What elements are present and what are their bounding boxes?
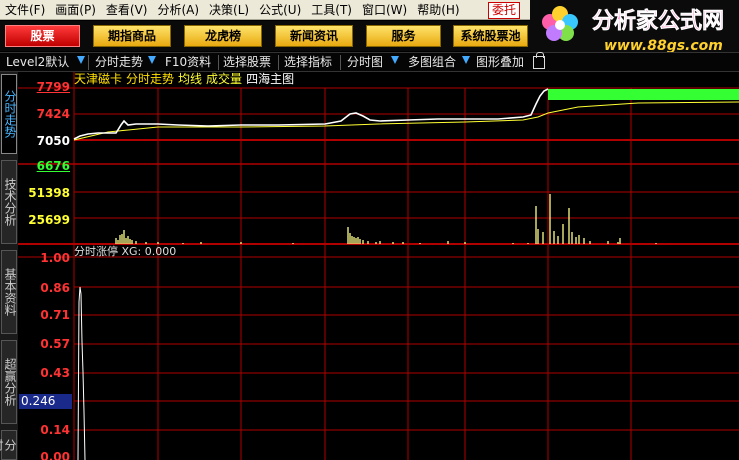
intraday-chart-tool[interactable]: 分时图 bbox=[347, 54, 383, 71]
stock-pool-button[interactable]: 系统股票池 bbox=[453, 25, 528, 47]
dropdown-arrow-icon[interactable] bbox=[462, 56, 470, 64]
logo-title: 分析家公式网 bbox=[592, 8, 724, 34]
lock-icon[interactable] bbox=[533, 52, 545, 69]
menu-window[interactable]: 窗口(W) bbox=[357, 0, 412, 20]
toolbar-divider bbox=[218, 55, 219, 70]
flower-icon bbox=[542, 6, 578, 41]
view-title: 分时走势 bbox=[126, 72, 175, 86]
volume-bars bbox=[115, 194, 657, 244]
cursor-value-box: 0.246 bbox=[19, 394, 72, 409]
f10-tool[interactable]: F10资料 bbox=[165, 54, 211, 71]
entrust-button[interactable]: 委托 bbox=[488, 2, 521, 19]
indicator-axis-label: 0.71 bbox=[40, 308, 70, 322]
menu-decision[interactable]: 决策(L) bbox=[204, 0, 254, 20]
menu-file[interactable]: 文件(F) bbox=[0, 0, 50, 20]
side-tab-strip: 分时走势 技术分析 基本资料 超赢分析 分时 bbox=[0, 72, 18, 460]
average-price-line bbox=[73, 101, 739, 141]
select-indicator-tool[interactable]: 选择指标 bbox=[284, 54, 332, 71]
indicator-axis-label: 1.00 bbox=[40, 251, 70, 265]
indicator-axis-label: 0.86 bbox=[40, 281, 70, 295]
dropdown-arrow-icon[interactable] bbox=[148, 56, 156, 64]
stock-name: 天津磁卡 bbox=[74, 72, 123, 86]
level2-default[interactable]: Level2默认 bbox=[6, 54, 69, 71]
main-index-legend: 四海主图 bbox=[246, 72, 295, 86]
price-axis-label: 6676 bbox=[36, 159, 70, 173]
tab-intraday[interactable]: 分时走势 bbox=[1, 74, 17, 154]
futures-button[interactable]: 期指商品 bbox=[93, 25, 171, 47]
indicator-axis-label: 0.14 bbox=[40, 423, 70, 437]
indicator-axis-label: 0.57 bbox=[40, 337, 70, 351]
menu-view-screen[interactable]: 画面(P) bbox=[50, 0, 101, 20]
menu-list: 文件(F) 画面(P) 查看(V) 分析(A) 决策(L) 公式(U) 工具(T… bbox=[0, 0, 465, 20]
logo-graphic: 分析家公式网 www.88gs.com bbox=[542, 6, 724, 54]
indicator-header: 分时涨停 XG: 0.000 bbox=[74, 245, 177, 258]
price-axis-label: 7050 bbox=[36, 134, 70, 148]
dragon-tiger-button[interactable]: 龙虎榜 bbox=[184, 25, 262, 47]
dropdown-arrow-icon[interactable] bbox=[77, 56, 85, 64]
tab-fundamental[interactable]: 基本资料 bbox=[1, 250, 17, 334]
menu-tools[interactable]: 工具(T) bbox=[306, 0, 357, 20]
price-axis-label: 7424 bbox=[36, 107, 70, 121]
price-band bbox=[548, 89, 739, 100]
avg-legend: 均线 bbox=[178, 72, 203, 86]
menu-help[interactable]: 帮助(H) bbox=[412, 0, 464, 20]
service-button[interactable]: 服务 bbox=[366, 25, 441, 47]
volume-legend: 成交量 bbox=[206, 72, 243, 86]
menu-view[interactable]: 查看(V) bbox=[101, 0, 153, 20]
toolbar: Level2默认 分时走势 F10资料 选择股票 选择指标 分时图 多图组合 图… bbox=[0, 52, 739, 72]
overlay-tool[interactable]: 图形叠加 bbox=[476, 54, 524, 71]
indicator-axis-label: 0.00 bbox=[40, 450, 70, 460]
price-axis-label: 7799 bbox=[36, 80, 70, 94]
dropdown-arrow-icon[interactable] bbox=[391, 56, 399, 64]
tab-super-analysis[interactable]: 超赢分析 bbox=[1, 340, 17, 424]
chart-header: 天津磁卡 分时走势 均线 成交量 四海主图 bbox=[74, 73, 298, 87]
chart-area[interactable]: 天津磁卡 分时走势 均线 成交量 四海主图 分时涨停 XG: 0.000 7799 74… bbox=[18, 72, 739, 460]
toolbar-divider bbox=[340, 55, 341, 70]
toolbar-divider bbox=[88, 55, 89, 70]
site-logo: 分析家公式网 www.88gs.com bbox=[530, 0, 739, 58]
stock-button[interactable]: 股票 bbox=[5, 25, 80, 47]
select-stock-tool[interactable]: 选择股票 bbox=[223, 54, 271, 71]
limit-up-band bbox=[548, 89, 739, 100]
intraday-tool[interactable]: 分时走势 bbox=[95, 54, 143, 71]
toolbar-divider bbox=[278, 55, 279, 70]
news-button[interactable]: 新闻资讯 bbox=[275, 25, 353, 47]
indicator-axis-label: 0.43 bbox=[40, 366, 70, 380]
chart-canvas bbox=[18, 72, 739, 460]
tab-technical[interactable]: 技术分析 bbox=[1, 160, 17, 244]
category-button-bar: 股票 期指商品 龙虎榜 新闻资讯 服务 系统股票池 bbox=[0, 21, 530, 51]
menu-analysis[interactable]: 分析(A) bbox=[152, 0, 204, 20]
multi-chart-tool[interactable]: 多图组合 bbox=[408, 54, 456, 71]
volume-axis-label: 25699 bbox=[28, 213, 70, 227]
tab-intraday-2[interactable]: 分时 bbox=[0, 430, 17, 460]
volume-axis-label: 51398 bbox=[28, 186, 70, 200]
menu-formula[interactable]: 公式(U) bbox=[254, 0, 306, 20]
